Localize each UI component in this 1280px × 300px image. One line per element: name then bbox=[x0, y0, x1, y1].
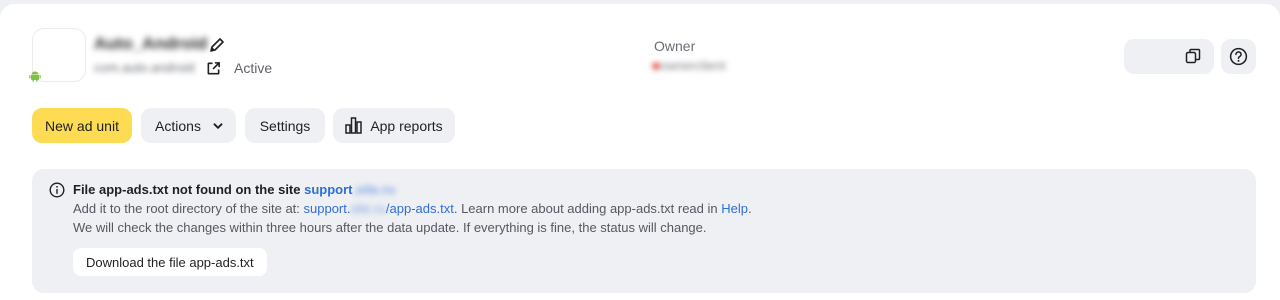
actions-dropdown[interactable]: Actions bbox=[141, 108, 236, 143]
app-status: Active bbox=[234, 60, 273, 76]
copy-button[interactable] bbox=[1124, 39, 1214, 74]
android-icon bbox=[29, 71, 41, 82]
notice-check-info: We will check the changes within three h… bbox=[73, 220, 707, 235]
download-app-ads-txt-button[interactable]: Download the file app-ads.txt bbox=[73, 248, 267, 276]
notice-title: File app-ads.txt not found on the site s… bbox=[73, 182, 396, 197]
settings-label: Settings bbox=[259, 117, 311, 134]
bar-chart-icon bbox=[345, 117, 363, 134]
app-header-card: Auto_Android com.auto.android Active Own… bbox=[0, 4, 1280, 300]
site-link[interactable]: support.site.ru bbox=[304, 182, 395, 197]
help-link[interactable]: Help bbox=[721, 201, 748, 216]
actions-label: Actions bbox=[155, 117, 201, 134]
app-reports-label: App reports bbox=[370, 117, 443, 134]
pencil-icon[interactable] bbox=[209, 37, 225, 53]
help-icon bbox=[1229, 47, 1248, 66]
settings-button[interactable]: Settings bbox=[245, 108, 325, 143]
info-icon bbox=[49, 182, 65, 198]
app-reports-button[interactable]: App reports bbox=[333, 108, 455, 143]
owner-value: ■ownerclient bbox=[652, 58, 726, 73]
owner-label: Owner bbox=[654, 38, 696, 54]
new-ad-unit-label: New ad unit bbox=[45, 117, 119, 134]
app-name: Auto_Android bbox=[94, 34, 208, 53]
new-ad-unit-button[interactable]: New ad unit bbox=[32, 108, 132, 143]
app-ads-txt-notice: File app-ads.txt not found on the site s… bbox=[32, 169, 1256, 293]
copy-icon bbox=[1185, 48, 1201, 64]
bundle-id: com.auto.android bbox=[94, 60, 195, 75]
app-ads-txt-link[interactable]: support.site.ru/app-ads.txt bbox=[304, 201, 454, 216]
chevron-down-icon bbox=[213, 122, 223, 129]
notice-instructions: Add it to the root directory of the site… bbox=[73, 201, 752, 216]
download-button-label: Download the file app-ads.txt bbox=[86, 254, 254, 270]
help-button[interactable] bbox=[1221, 39, 1256, 74]
external-link-icon[interactable] bbox=[206, 61, 221, 76]
